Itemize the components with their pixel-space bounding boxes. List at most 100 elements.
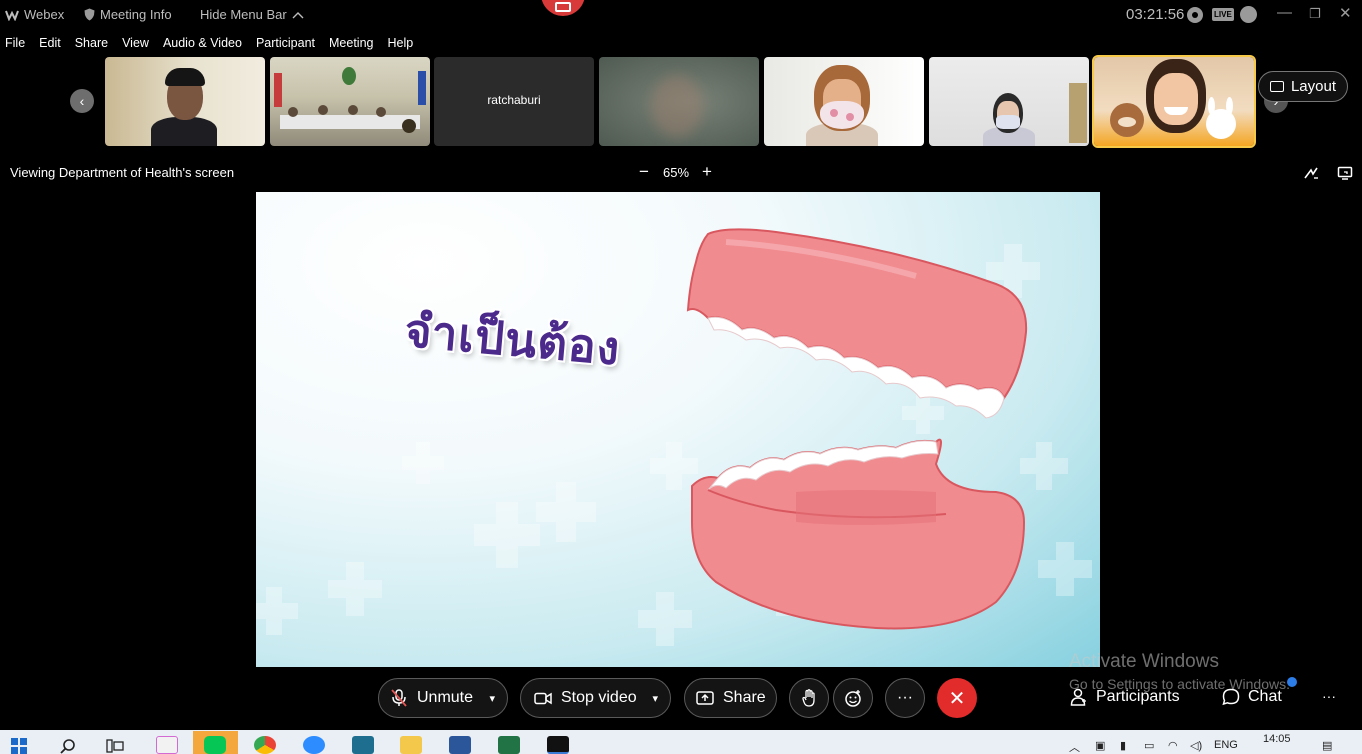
battery-plug-icon[interactable]: ▣ bbox=[1095, 739, 1105, 752]
menu-edit[interactable]: Edit bbox=[39, 34, 61, 54]
itunes-icon[interactable] bbox=[156, 736, 178, 754]
file-explorer-icon[interactable] bbox=[400, 736, 422, 754]
menu-participant[interactable]: Participant bbox=[256, 34, 315, 54]
unmute-button[interactable]: Unmute ▾ bbox=[378, 678, 508, 718]
zoom-in-button[interactable]: + bbox=[702, 162, 712, 182]
viewing-screen-label: Viewing Department of Health's screen bbox=[10, 165, 235, 180]
lower-denture bbox=[691, 438, 1026, 630]
close-icon[interactable]: ✕ bbox=[1339, 4, 1352, 22]
share-label: Share bbox=[723, 689, 766, 706]
layout-button[interactable]: Layout bbox=[1258, 71, 1348, 102]
stop-video-button[interactable]: Stop video ▾ bbox=[520, 678, 671, 718]
annotate-icon[interactable] bbox=[1303, 165, 1319, 181]
volume-icon[interactable]: ◁) bbox=[1190, 739, 1202, 752]
chat-button[interactable]: Chat bbox=[1222, 688, 1282, 706]
microphone-muted-icon bbox=[391, 689, 407, 707]
webex-logo-icon bbox=[5, 10, 19, 21]
shared-screen: จำเป็นต้อง bbox=[256, 192, 1100, 667]
chevron-left-icon: ‹ bbox=[79, 93, 85, 109]
recording-icon[interactable] bbox=[1187, 7, 1203, 23]
app-name: Webex bbox=[24, 7, 65, 22]
unread-indicator bbox=[1287, 677, 1297, 687]
notification-center-icon[interactable]: ▤ bbox=[1322, 739, 1332, 752]
store-icon[interactable] bbox=[352, 736, 374, 754]
video-tile[interactable] bbox=[105, 57, 265, 146]
menu-help[interactable]: Help bbox=[387, 34, 413, 54]
zoom-level: 65% bbox=[663, 165, 690, 180]
more-label: ··· bbox=[897, 689, 913, 706]
hide-menu-label: Hide Menu Bar bbox=[200, 7, 287, 22]
more-options-button[interactable]: ··· bbox=[885, 678, 925, 718]
video-tile[interactable] bbox=[270, 57, 430, 146]
menu-audio-video[interactable]: Audio & Video bbox=[163, 34, 242, 54]
live-badge[interactable]: LIVE bbox=[1212, 8, 1234, 21]
meeting-timer: 03:21:56 bbox=[1126, 6, 1185, 23]
zoom-out-button[interactable]: − bbox=[639, 162, 649, 182]
system-clock[interactable]: 14:05 bbox=[1263, 733, 1291, 745]
raise-hand-button[interactable] bbox=[789, 678, 829, 718]
share-button[interactable]: Share bbox=[684, 678, 777, 718]
chat-label: Chat bbox=[1248, 688, 1282, 705]
participants-button[interactable]: Participants bbox=[1070, 688, 1180, 706]
title-bar: Webex Meeting Info Hide Menu Bar 03:21:5… bbox=[0, 0, 1362, 30]
blurred-video-tile[interactable] bbox=[599, 57, 759, 146]
upper-denture bbox=[686, 228, 1028, 419]
task-view-icon[interactable] bbox=[106, 738, 124, 754]
excel-icon[interactable] bbox=[498, 736, 520, 754]
menu-share[interactable]: Share bbox=[75, 34, 108, 54]
chevron-down-icon[interactable]: ▾ bbox=[489, 692, 495, 705]
word-icon[interactable] bbox=[449, 736, 471, 754]
app-title: Webex bbox=[5, 7, 64, 22]
meeting-info-label: Meeting Info bbox=[100, 7, 172, 22]
panel-options-button[interactable]: ··· bbox=[1322, 688, 1336, 704]
participant-name: ratchaburi bbox=[487, 93, 541, 107]
meeting-info-button[interactable]: Meeting Info bbox=[84, 7, 172, 22]
search-icon[interactable] bbox=[60, 738, 76, 754]
activate-windows-title: Activate Windows bbox=[1069, 651, 1219, 672]
chrome-icon[interactable] bbox=[254, 736, 276, 754]
video-camera-icon bbox=[534, 692, 552, 704]
chevron-up-icon bbox=[292, 11, 304, 18]
windows-start-icon[interactable] bbox=[11, 738, 27, 754]
close-icon: ✕ bbox=[948, 687, 966, 710]
wifi-icon[interactable]: ◠ bbox=[1168, 739, 1178, 752]
layout-icon bbox=[1269, 81, 1284, 92]
name-tile[interactable]: ratchaburi bbox=[434, 57, 594, 146]
webex-taskbar-icon[interactable] bbox=[547, 736, 569, 754]
menu-meeting[interactable]: Meeting bbox=[329, 34, 373, 54]
video-tile[interactable] bbox=[764, 57, 924, 146]
restore-icon[interactable]: ❐ bbox=[1309, 6, 1321, 22]
zoom-icon[interactable] bbox=[303, 736, 325, 754]
chat-icon bbox=[1222, 688, 1240, 706]
participants-label: Participants bbox=[1096, 688, 1180, 705]
network-stats-icon[interactable] bbox=[1240, 6, 1257, 23]
raise-hand-icon bbox=[802, 689, 815, 707]
slide-artwork bbox=[256, 228, 1092, 646]
participants-icon bbox=[1070, 688, 1086, 706]
minimize-icon[interactable]: — bbox=[1277, 4, 1292, 21]
popout-screen-icon[interactable] bbox=[1337, 165, 1353, 181]
video-tile[interactable] bbox=[929, 57, 1089, 146]
line-icon[interactable] bbox=[204, 736, 226, 754]
share-screen-icon bbox=[696, 690, 714, 705]
menu-view[interactable]: View bbox=[122, 34, 149, 54]
menu-file[interactable]: File bbox=[5, 34, 25, 54]
leave-meeting-button[interactable]: ✕ bbox=[937, 678, 977, 718]
battery-icon[interactable]: ▭ bbox=[1144, 739, 1154, 752]
input-language[interactable]: ENG bbox=[1214, 739, 1238, 751]
show-hidden-icons-icon[interactable]: ︿ bbox=[1069, 739, 1080, 754]
chevron-down-icon[interactable]: ▾ bbox=[652, 692, 658, 705]
microphone-tray-icon[interactable]: ▮ bbox=[1120, 739, 1126, 752]
menu-bar: File Edit Share View Audio & Video Parti… bbox=[0, 34, 427, 54]
stop-video-label: Stop video bbox=[561, 689, 637, 706]
shield-icon bbox=[84, 8, 95, 21]
hide-menu-bar-button[interactable]: Hide Menu Bar bbox=[200, 7, 304, 22]
camera-snapshot-button[interactable] bbox=[541, 0, 585, 16]
unmute-label: Unmute bbox=[417, 689, 474, 706]
filmstrip-prev-button[interactable]: ‹ bbox=[70, 89, 94, 113]
camera-icon bbox=[555, 2, 571, 12]
emoji-icon bbox=[845, 690, 861, 707]
layout-label: Layout bbox=[1290, 78, 1337, 95]
reactions-button[interactable] bbox=[833, 678, 873, 718]
active-speaker-tile[interactable] bbox=[1092, 55, 1256, 148]
